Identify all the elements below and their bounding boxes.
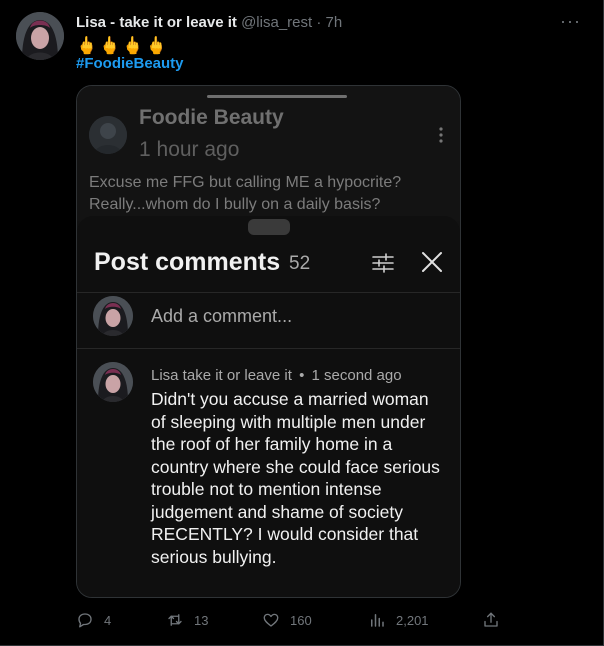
reply-count: 4 bbox=[104, 612, 112, 628]
more-options-icon[interactable]: ··· bbox=[560, 11, 581, 32]
heart-icon bbox=[263, 613, 279, 627]
close-icon bbox=[422, 252, 442, 272]
tweet-header: Lisa - take it or leave it @lisa_rest · … bbox=[76, 13, 342, 33]
tweet: Lisa - take it or leave it @lisa_rest · … bbox=[0, 0, 604, 646]
views-button[interactable]: 2,201 bbox=[368, 608, 429, 632]
reply-button[interactable]: 4 bbox=[76, 608, 111, 632]
divider bbox=[77, 348, 460, 349]
display-name[interactable]: Lisa - take it or leave it bbox=[76, 14, 237, 31]
attached-screenshot[interactable]: Foodie Beauty 1 hour ago Excuse me FFG b… bbox=[76, 85, 461, 598]
comments-title: Post comments bbox=[94, 248, 281, 276]
sheet-handle bbox=[248, 219, 290, 235]
add-comment-placeholder: Add a comment... bbox=[151, 306, 293, 326]
avatar-image bbox=[16, 12, 64, 60]
post-time: 1 hour ago bbox=[139, 138, 240, 161]
post-text: Excuse me FFG but calling ME a hypocrite… bbox=[89, 174, 402, 213]
like-button[interactable]: 160 bbox=[262, 608, 312, 632]
commenter-avatar-image bbox=[93, 296, 133, 336]
comments-sheet: Post comments 52 Add a comment... Lisa t… bbox=[77, 216, 460, 597]
divider bbox=[77, 292, 460, 293]
repost-icon bbox=[168, 614, 182, 626]
analytics-icon bbox=[371, 614, 384, 627]
comment-text: Didn't you accuse a married woman of sle… bbox=[151, 389, 440, 567]
share-icon bbox=[484, 612, 498, 627]
filter-icon bbox=[372, 253, 394, 273]
avatar[interactable] bbox=[16, 12, 64, 60]
comment-separator: • bbox=[299, 367, 305, 384]
repost-count: 13 bbox=[194, 612, 209, 628]
hashtag-link[interactable]: #FoodieBeauty bbox=[76, 54, 184, 74]
post-author-name: Foodie Beauty bbox=[139, 106, 284, 129]
view-count: 2,201 bbox=[396, 612, 429, 628]
comment-time: 1 second ago bbox=[311, 367, 402, 384]
separator-dot: · bbox=[316, 14, 322, 31]
comments-count: 52 bbox=[289, 253, 311, 274]
grab-bar bbox=[207, 95, 347, 98]
comment-meta: Lisa take it or leave it • 1 second ago bbox=[151, 367, 402, 384]
post-preview: Foodie Beauty 1 hour ago Excuse me FFG b… bbox=[77, 86, 460, 221]
user-handle[interactable]: @lisa_rest bbox=[241, 14, 312, 31]
like-count: 160 bbox=[290, 612, 312, 628]
kebab-menu-icon bbox=[438, 126, 444, 144]
comment-author: Lisa take it or leave it bbox=[151, 367, 292, 384]
timestamp[interactable]: 7h bbox=[326, 14, 343, 31]
reply-icon bbox=[78, 613, 92, 628]
commenter-avatar bbox=[93, 296, 133, 336]
post-author-avatar bbox=[89, 116, 127, 154]
comment-avatar-image bbox=[93, 362, 133, 402]
repost-button[interactable]: 13 bbox=[166, 608, 208, 632]
comment-avatar bbox=[93, 362, 133, 402]
tweet-actions: 4 13 160 2,201 bbox=[76, 608, 506, 632]
share-button[interactable] bbox=[482, 608, 510, 632]
post-author-avatar-image bbox=[89, 116, 127, 154]
